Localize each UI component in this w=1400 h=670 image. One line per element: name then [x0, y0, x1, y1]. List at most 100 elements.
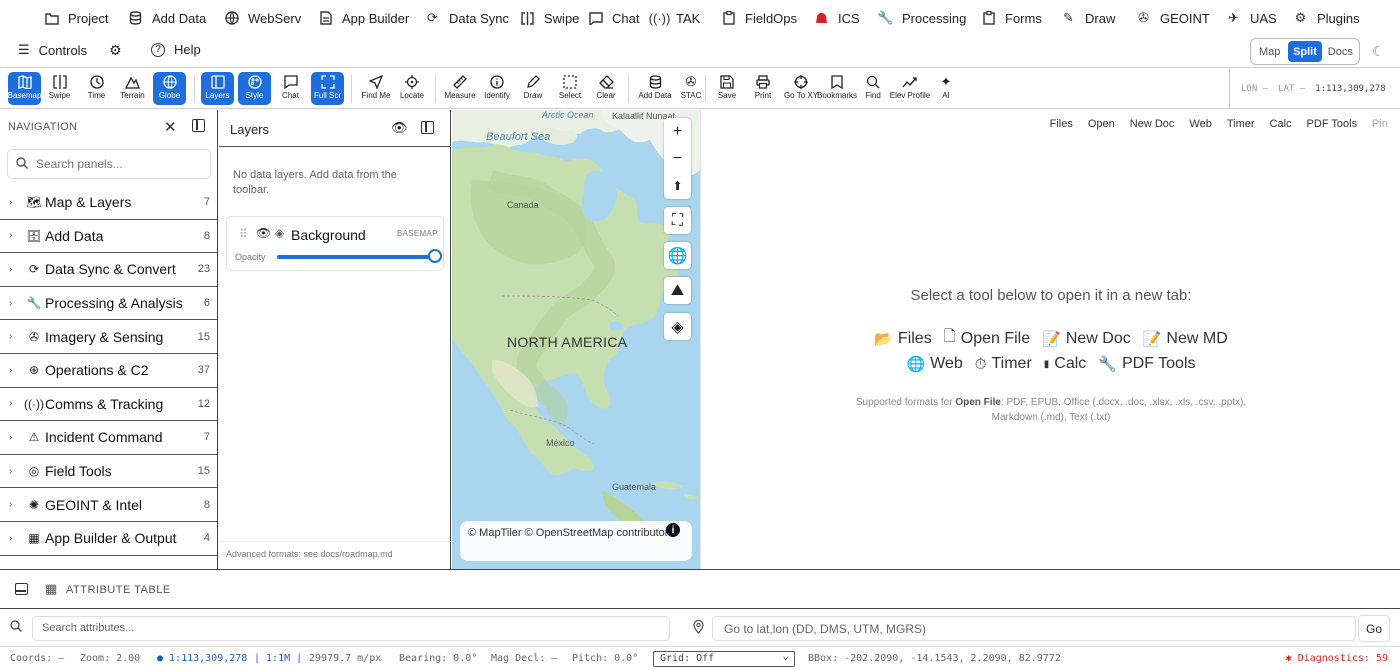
globe-icon[interactable]: 🌐 [664, 242, 691, 269]
help-button[interactable]: ? Help [151, 42, 201, 57]
sidebar-collapse-icon[interactable] [192, 119, 205, 132]
docs-tab-calc[interactable]: Calc [1270, 118, 1292, 130]
tool-pdf-tools[interactable]: 🔧 PDF Tools [1098, 355, 1195, 373]
nav-item-incident-command[interactable]: › ⚠ Incident Command 7 [0, 421, 217, 455]
toolbar-full-scr-button[interactable]: Full Scr [311, 72, 344, 105]
docs-tab-pin[interactable]: Pin [1372, 118, 1388, 130]
docs-tab-web[interactable]: Web [1189, 118, 1211, 130]
tool-new-doc[interactable]: 📝 New Doc [1042, 326, 1131, 351]
toolbar-basemap-button[interactable]: Basemap [8, 72, 41, 105]
tool-timer[interactable]: ⏱ Timer [975, 355, 1032, 373]
zoom-out-button[interactable]: − [664, 145, 691, 172]
docs-tab-open[interactable]: Open [1088, 118, 1115, 130]
toolbar-add-data-button[interactable]: Add Data [634, 72, 676, 105]
toolbar-elev-profile-button[interactable]: Elev Profile [887, 72, 933, 105]
goto-coordinate-input[interactable]: Go to lat,lon (DD, DMS, UTM, MGRS) [712, 616, 1356, 641]
menu-chat[interactable]: Chat [588, 8, 639, 28]
toolbar-stac-button[interactable]: ✇ STAC [674, 72, 708, 105]
menu-tak[interactable]: ((·)) TAK [649, 8, 701, 28]
draw-icon [526, 72, 540, 91]
nav-item-app-builder-output[interactable]: › ▦ App Builder & Output 4 [0, 522, 217, 556]
toolbar-find-button[interactable]: Find [858, 72, 888, 105]
menu-uas[interactable]: ✈ UAS [1226, 8, 1277, 28]
docs-tab-new-doc[interactable]: New Doc [1130, 118, 1175, 130]
docs-tab-timer[interactable]: Timer [1227, 118, 1255, 130]
toolbar-style-button[interactable]: Style [238, 72, 271, 105]
toolbar-globe-button[interactable]: Globe [153, 72, 186, 105]
toolbar-ai-button[interactable]: ✦ AI [932, 72, 960, 105]
mode-split-button[interactable]: Split [1288, 41, 1322, 62]
toolbar-swipe-button[interactable]: Swipe [43, 72, 76, 105]
info-icon[interactable]: i [666, 523, 680, 537]
tool-files[interactable]: 📂 Files [874, 326, 931, 351]
go-button[interactable]: Go [1358, 615, 1390, 642]
panel-toggle-icon[interactable] [15, 583, 28, 595]
menu-fieldops[interactable]: FieldOps [721, 8, 797, 28]
nav-item-imagery-sensing[interactable]: › ✇ Imagery & Sensing 15 [0, 320, 217, 354]
nav-item-data-sync-convert[interactable]: › ⟳ Data Sync & Convert 23 [0, 253, 217, 287]
menu-add-data[interactable]: Add Data [128, 8, 206, 28]
toolbar-measure-button[interactable]: Measure [441, 72, 479, 105]
drag-handle-icon[interactable]: ⠿ [239, 227, 248, 241]
toolbar-bookmarks-button[interactable]: Bookmarks [815, 72, 859, 105]
fullscreen-icon[interactable]: ⛶ [664, 207, 691, 234]
menu-data-sync[interactable]: ⟳ Data Sync [425, 8, 509, 28]
mode-map-button[interactable]: Map [1253, 41, 1286, 62]
zoom-in-button[interactable]: + [664, 118, 691, 145]
toolbar-locate-button[interactable]: Locate [395, 72, 429, 105]
tool-new-md[interactable]: 📝 New MD [1143, 326, 1228, 351]
toolbar-select-button[interactable]: Select [554, 72, 586, 105]
eye-icon[interactable]: 👁 [391, 120, 408, 136]
tool-open-file[interactable]: 🗋 Open File [944, 326, 1030, 351]
toolbar-identify-button[interactable]: Identify [480, 72, 514, 105]
toolbar-clear-button[interactable]: Clear [591, 72, 621, 105]
menu-webserv[interactable]: WebServ [224, 8, 301, 28]
nav-item-add-data[interactable]: › 🗄 Add Data 8 [0, 220, 217, 254]
attribute-table-bar[interactable]: ▦ ATTRIBUTE TABLE [0, 569, 1400, 609]
moon-icon[interactable]: ☾ [1372, 43, 1385, 60]
compass-reset-button[interactable]: ⬆ [664, 172, 691, 199]
menu-swipe[interactable]: Swipe [520, 8, 579, 28]
mode-docs-button[interactable]: Docs [1324, 41, 1357, 62]
toolbar-find-me-button[interactable]: Find Me [357, 72, 395, 105]
tool-calc[interactable]: ▮ Calc [1044, 355, 1087, 373]
menu-processing[interactable]: 🔧 Processing [877, 8, 966, 28]
menu-geoint[interactable]: ✇ GEOINT [1136, 8, 1210, 28]
settings-button[interactable]: ⚙ [109, 42, 122, 59]
toolbar-time-button[interactable]: Time [80, 72, 113, 105]
toolbar-terrain-button[interactable]: Terrain [114, 72, 151, 105]
menu-project[interactable]: Project [44, 8, 108, 28]
docs-tab-files[interactable]: Files [1050, 118, 1073, 130]
nav-item-operations-c2[interactable]: › ⊕ Operations & C2 37 [0, 354, 217, 388]
toolbar-save-button[interactable]: Save [711, 72, 743, 105]
opacity-slider-track[interactable] [277, 255, 435, 259]
layers-icon[interactable]: ◈ [664, 313, 691, 340]
menu-draw[interactable]: ✎ Draw [1061, 8, 1115, 28]
menu-plugins[interactable]: ⚙ Plugins [1293, 8, 1360, 28]
nav-item-processing-analysis[interactable]: › 🔧 Processing & Analysis 6 [0, 287, 217, 321]
attribute-search-input[interactable]: Search attributes... [32, 616, 670, 641]
menu-app-builder[interactable]: App Builder [318, 8, 409, 28]
docs-tab-pdf-tools[interactable]: PDF Tools [1307, 118, 1358, 130]
panel-collapse-icon[interactable] [421, 121, 434, 134]
toolbar-print-button[interactable]: Print [747, 72, 779, 105]
nav-item-field-tools[interactable]: › ◎ Field Tools 15 [0, 455, 217, 489]
close-icon[interactable]: ✕ [164, 118, 177, 136]
mountain-icon[interactable]: ⛰ [664, 277, 691, 304]
panel-search-input[interactable] [36, 157, 196, 171]
toolbar-draw-button[interactable]: Draw [518, 72, 548, 105]
nav-item-geoint-intel[interactable]: › ✺ GEOINT & Intel 8 [0, 488, 217, 522]
tool-web[interactable]: 🌐 Web [906, 355, 962, 373]
map-view[interactable]: Arctic Ocean Kalaallit Nunaat Beaufort S… [452, 110, 700, 569]
menu-forms[interactable]: Forms [981, 8, 1042, 28]
controls-button[interactable]: ☰ Controls [18, 42, 87, 58]
toolbar-layers-button[interactable]: Layers [201, 72, 234, 105]
nav-item-map-layers[interactable]: › 🗺 Map & Layers 7 [0, 186, 217, 220]
grid-select[interactable]: Grid: Off [653, 649, 795, 667]
opacity-slider-thumb[interactable] [428, 249, 442, 263]
menu-ics[interactable]: ICS [814, 8, 860, 28]
visibility-eye-icon[interactable]: 👁 [256, 226, 271, 240]
toolbar-chat-button[interactable]: Chat [274, 72, 307, 105]
nav-item-comms-tracking[interactable]: › ((·)) Comms & Tracking 12 [0, 388, 217, 422]
diagnostics-indicator[interactable]: ✱ Diagnostics: 59 [1286, 653, 1388, 664]
